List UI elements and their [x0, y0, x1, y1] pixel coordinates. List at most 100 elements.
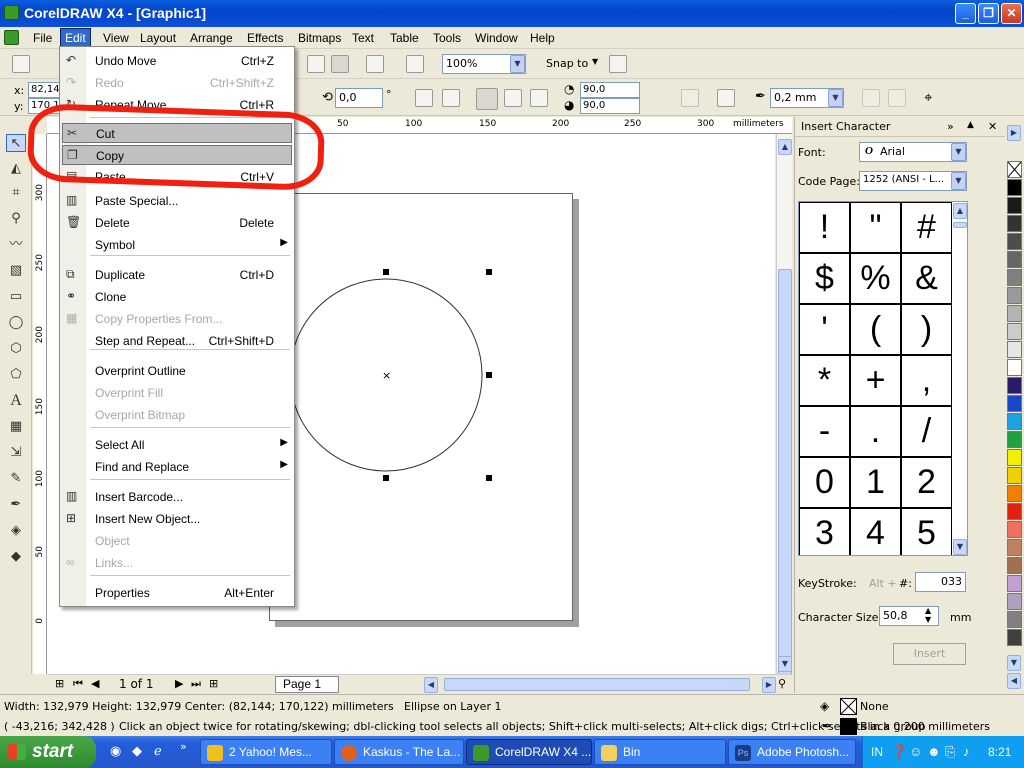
menu-item-insert-barcode[interactable]: ▥ Insert Barcode...: [62, 487, 292, 507]
scroll-up-button[interactable]: ▲: [778, 139, 792, 155]
quicklaunch-expand-icon[interactable]: »: [180, 740, 187, 753]
fill-tool-icon[interactable]: ◈: [6, 522, 26, 540]
character-cell[interactable]: +: [850, 355, 901, 406]
convert-to-curves-icon[interactable]: ⌖: [924, 88, 932, 106]
snap-to-button[interactable]: Snap to: [546, 57, 588, 70]
color-swatch[interactable]: [1007, 395, 1022, 412]
ellipse-mode-icon[interactable]: [476, 88, 498, 110]
dimension-tool-icon[interactable]: ⇲: [6, 444, 26, 462]
ie-quicklaunch-icon[interactable]: ℯ: [154, 744, 162, 759]
winamp-quicklaunch-icon[interactable]: ◆: [132, 744, 142, 759]
docker-close-icon[interactable]: ✕: [988, 120, 997, 133]
color-swatch[interactable]: [1007, 215, 1022, 232]
menu-file[interactable]: File: [29, 30, 56, 46]
end-angle-field[interactable]: 90,0: [580, 98, 640, 114]
menu-item-undo-move[interactable]: ↶ Undo Move Ctrl+Z: [62, 51, 292, 71]
title-bar[interactable]: CorelDRAW X4 - [Graphic1] _ ❐ ✕: [0, 0, 1024, 27]
character-cell[interactable]: (: [850, 304, 901, 355]
rotation-angle-field[interactable]: 0,0: [335, 88, 383, 108]
vertical-scrollbar[interactable]: ▲ ▼: [776, 134, 792, 679]
character-cell[interactable]: ": [850, 202, 901, 253]
tray-network-icon[interactable]: ⎘: [945, 744, 955, 760]
add-page-before-icon[interactable]: ⊞: [55, 677, 64, 690]
zoom-tool-icon[interactable]: ⚲: [6, 210, 26, 228]
docker-collapse-icon[interactable]: ▲: [967, 120, 974, 130]
keystroke-field[interactable]: 033: [915, 572, 966, 592]
last-page-button[interactable]: ⏭: [191, 677, 201, 691]
menu-arrange[interactable]: Arrange: [186, 30, 237, 46]
character-cell[interactable]: ,: [901, 355, 952, 406]
vertical-ruler[interactable]: 300 250 200 150 100 50 0: [33, 134, 47, 674]
menu-item-clone[interactable]: ⚭ Clone: [62, 287, 292, 307]
task-photoshop[interactable]: Ps Adobe Photosh...: [728, 739, 856, 765]
welcome-screen-icon[interactable]: [406, 55, 424, 73]
vertical-scroll-thumb[interactable]: [778, 269, 792, 679]
page-tab[interactable]: Page 1: [275, 676, 339, 693]
color-swatch[interactable]: [1007, 197, 1022, 214]
character-cell[interactable]: !: [799, 202, 850, 253]
color-swatch[interactable]: [1007, 413, 1022, 430]
outline-width-dropdown-arrow[interactable]: ▼: [828, 89, 843, 107]
character-cell[interactable]: 5: [901, 508, 952, 555]
pick-tool-icon[interactable]: ↖: [6, 134, 26, 152]
docker-expand-icon[interactable]: »: [947, 120, 954, 133]
character-grid[interactable]: ! " # $ % & ' ( ) * + , - . / 0 1 2 3 4 …: [798, 201, 968, 556]
previous-page-button[interactable]: ◀: [91, 677, 99, 690]
text-tool-icon[interactable]: A: [6, 392, 26, 410]
direction-icon[interactable]: [681, 89, 699, 107]
menu-edit[interactable]: Edit: [60, 28, 91, 48]
menu-item-properties[interactable]: Properties Alt+Enter: [62, 583, 292, 603]
palette-scroll-up-button[interactable]: ▶: [1007, 125, 1021, 141]
color-swatch[interactable]: [1007, 251, 1022, 268]
menu-item-insert-new-object[interactable]: ⊞ Insert New Object...: [62, 509, 292, 529]
character-cell[interactable]: &: [901, 253, 952, 304]
menu-item-delete[interactable]: 🗑 Delete Delete: [62, 213, 292, 233]
docker-title-bar[interactable]: Insert Character » ▲ ✕: [795, 117, 1005, 137]
start-button[interactable]: start: [0, 736, 96, 768]
color-swatch[interactable]: [1007, 305, 1022, 322]
color-swatch[interactable]: [1007, 539, 1022, 556]
character-cell[interactable]: ': [799, 304, 850, 355]
color-swatch[interactable]: [1007, 629, 1022, 646]
mirror-horizontal-icon[interactable]: [415, 89, 433, 107]
character-cell[interactable]: 3: [799, 508, 850, 555]
x-position-field[interactable]: 82,14: [28, 82, 60, 98]
next-page-button[interactable]: ▶: [175, 677, 183, 690]
color-swatch[interactable]: [1007, 269, 1022, 286]
task-yahoo-messenger[interactable]: 2 Yahoo! Mes...: [200, 739, 332, 765]
basic-shapes-tool-icon[interactable]: ⬠: [6, 366, 26, 384]
eyedropper-tool-icon[interactable]: ✎: [6, 470, 26, 488]
shape-tool-icon[interactable]: ◭: [6, 160, 26, 178]
menu-text[interactable]: Text: [348, 30, 378, 46]
menu-window[interactable]: Window: [471, 30, 522, 46]
scroll-right-button[interactable]: ▶: [762, 677, 776, 693]
freehand-tool-icon[interactable]: 〰: [6, 236, 26, 254]
tray-help-icon[interactable]: ❓: [891, 744, 907, 760]
crop-tool-icon[interactable]: ⌗: [6, 184, 26, 202]
polygon-tool-icon[interactable]: ⬡: [6, 340, 26, 358]
codepage-dropdown-arrow[interactable]: ▼: [951, 172, 966, 190]
character-cell[interactable]: ): [901, 304, 952, 355]
character-cell[interactable]: 2: [901, 457, 952, 508]
mirror-vertical-icon[interactable]: [442, 89, 460, 107]
new-document-icon[interactable]: [12, 55, 30, 73]
insert-button[interactable]: Insert: [893, 643, 966, 665]
close-button[interactable]: ✕: [1001, 3, 1022, 24]
export-icon[interactable]: [331, 55, 349, 73]
application-launcher-icon[interactable]: [366, 55, 384, 73]
menu-view[interactable]: View: [99, 30, 133, 46]
zoom-dropdown-arrow[interactable]: ▼: [510, 55, 525, 73]
language-indicator[interactable]: IN: [871, 745, 883, 759]
menu-item-overprint-outline[interactable]: Overprint Outline: [62, 361, 292, 381]
color-swatch[interactable]: [1007, 557, 1022, 574]
wrap-paragraph-icon[interactable]: [717, 89, 735, 107]
task-coreldraw[interactable]: CorelDRAW X4 ...: [466, 739, 592, 765]
outline-swatch[interactable]: [840, 718, 857, 735]
color-swatch[interactable]: [1007, 503, 1022, 520]
no-color-swatch[interactable]: [1007, 161, 1022, 178]
grid-scroll-up-button[interactable]: ▲: [953, 203, 967, 219]
outline-tool-icon[interactable]: ✒: [6, 496, 26, 514]
start-angle-field[interactable]: 90,0: [580, 82, 640, 98]
tray-messenger-icon[interactable]: ☺: [909, 744, 922, 759]
fill-swatch[interactable]: [840, 698, 857, 715]
